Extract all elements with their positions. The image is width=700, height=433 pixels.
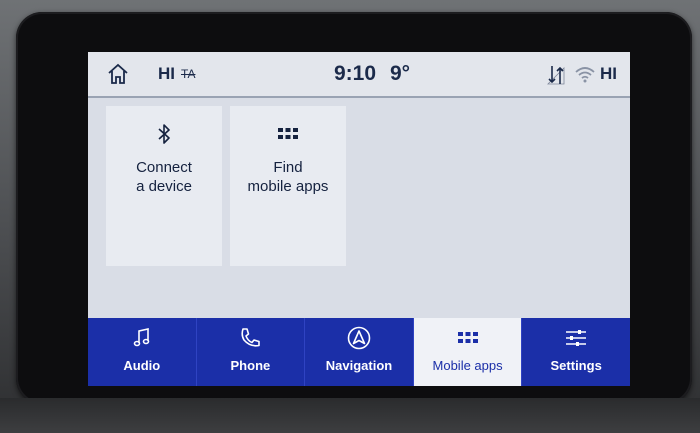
nav-item-navigation[interactable]: Navigation (305, 318, 414, 386)
climate-left-readout[interactable]: HI (158, 64, 175, 84)
apps-grid-icon (457, 332, 478, 343)
climate-right-readout[interactable]: HI (600, 64, 617, 84)
nav-label-mobile-apps: Mobile apps (432, 358, 503, 373)
connect-device-label: Connect a device (136, 159, 192, 195)
settings-sliders-icon (566, 330, 587, 346)
data-sync-icon (547, 66, 565, 85)
infotainment-screen: HI TA 9:10 9° HI Connect a device Find m… (88, 52, 630, 386)
nav-label-audio: Audio (123, 358, 161, 373)
nav-item-audio[interactable]: Audio (88, 318, 197, 386)
bluetooth-icon (158, 124, 170, 144)
find-mobile-apps-tile[interactable]: Find mobile apps (230, 106, 346, 266)
music-note-icon (133, 328, 150, 347)
clock: 9:10 (334, 62, 377, 85)
wifi-icon (575, 67, 595, 83)
nav-item-mobile-apps[interactable]: Mobile apps (413, 318, 523, 386)
connect-device-tile[interactable]: Connect a device (106, 106, 222, 266)
nav-item-settings[interactable]: Settings (522, 318, 630, 386)
apps-grid-icon (278, 128, 298, 139)
nav-item-phone[interactable]: Phone (197, 318, 306, 386)
navigation-arrow-icon (347, 326, 371, 350)
mobile-apps-content: Connect a device Find mobile apps (88, 98, 630, 318)
nav-label-phone: Phone (230, 358, 271, 373)
phone-icon (241, 328, 261, 347)
traffic-announcement-indicator: TA (181, 67, 196, 81)
bottom-nav-bar: Audio Phone Navigation Mobile apps Setti… (88, 318, 630, 386)
dashboard-trim (0, 398, 700, 433)
outside-temperature: 9° (390, 62, 411, 85)
nav-label-navigation: Navigation (325, 358, 393, 373)
find-mobile-apps-label: Find mobile apps (247, 159, 329, 195)
nav-label-settings: Settings (550, 358, 602, 373)
home-icon[interactable] (106, 62, 130, 86)
status-bar: HI TA 9:10 9° HI (88, 52, 630, 98)
